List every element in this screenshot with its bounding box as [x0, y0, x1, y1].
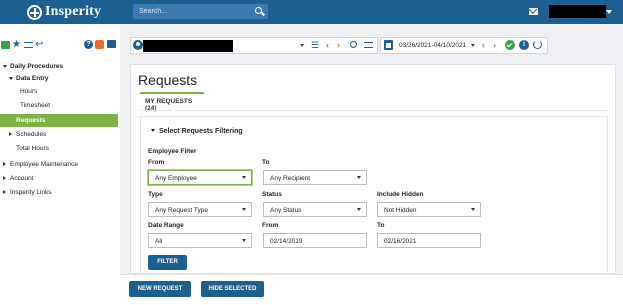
include-hidden-value: Not Hidden: [384, 207, 417, 214]
brand-logo[interactable]: Insperity: [27, 4, 101, 20]
caret-right-icon: [3, 162, 6, 166]
type-label: Type: [148, 191, 163, 198]
to-select[interactable]: Any Recipient: [263, 170, 367, 185]
from-select-value: Any Employee: [155, 175, 197, 182]
sidebar-item-data-entry[interactable]: Data Entry: [0, 72, 118, 85]
info-icon[interactable]: i: [519, 40, 529, 50]
type-select[interactable]: Any Request Type: [148, 202, 252, 217]
employee-select-redacted[interactable]: [143, 40, 233, 52]
sidebar-item-label: Account: [10, 175, 34, 182]
filter-section: [140, 116, 608, 274]
date-range-select[interactable]: 03/26/2021-04/10/2021: [399, 42, 466, 49]
include-hidden-label: Include Hidden: [377, 191, 424, 198]
sidebar-item-requests[interactable]: Requests: [0, 114, 118, 127]
new-request-button[interactable]: NEW REQUEST: [129, 281, 191, 297]
mail-icon[interactable]: [529, 8, 538, 15]
star-icon[interactable]: ★: [12, 40, 21, 50]
status-label: Status: [262, 191, 282, 198]
sidebar-item-insperity-links[interactable]: Insperity Links: [0, 186, 118, 199]
chat-icon[interactable]: [107, 40, 116, 48]
page-title: Requests: [138, 72, 198, 88]
type-select-value: Any Request Type: [155, 207, 208, 214]
date-to-input[interactable]: 02/16/2021: [377, 233, 481, 248]
date-from-value: 02/14/2019: [270, 238, 303, 245]
filter-section-title[interactable]: Select Requests Filtering: [159, 128, 243, 135]
caret-right-icon: [9, 132, 12, 136]
sidebar-item-timesheet[interactable]: Timesheet: [0, 99, 118, 112]
hide-selected-button[interactable]: HIDE SELECTED: [201, 281, 264, 297]
chevron-down-icon: [242, 239, 246, 242]
caret-right-icon: [3, 176, 6, 180]
tab-my-requests[interactable]: MY REQUESTS (24): [140, 92, 204, 112]
back-arrow-icon[interactable]: ↩: [35, 40, 43, 50]
chevron-down-icon[interactable]: [300, 44, 304, 47]
refresh-icon[interactable]: [533, 40, 542, 49]
chevron-right-icon[interactable]: ›: [493, 41, 496, 50]
chevron-down-icon[interactable]: [606, 10, 612, 14]
bottom-action-bar: [120, 274, 623, 305]
sidebar-item-label: Total Hours: [16, 145, 49, 152]
list-view-icon[interactable]: [1, 41, 10, 49]
sidebar-item-label: Daily Procedures: [10, 63, 64, 70]
sidebar-item-label: Hours: [20, 88, 38, 95]
sidebar-item-label: Timesheet: [20, 102, 51, 109]
filter-icon[interactable]: [24, 42, 33, 48]
chevron-down-icon[interactable]: [471, 44, 475, 47]
approve-check-icon[interactable]: [505, 40, 515, 50]
chevron-down-icon: [242, 208, 246, 211]
from-select[interactable]: Any Employee: [148, 170, 252, 185]
sidebar-item-label: Employee Maintenance: [10, 161, 78, 168]
sidebar-item-total-hours[interactable]: Total Hours: [0, 142, 118, 155]
notification-bell-icon[interactable]: [95, 40, 104, 49]
status-select[interactable]: Any Status: [263, 202, 367, 217]
sidebar-item-employee-maintenance[interactable]: Employee Maintenance: [0, 158, 118, 171]
chevron-left-icon[interactable]: ‹: [326, 41, 329, 50]
date-from-label: From: [262, 222, 279, 229]
filter-icon[interactable]: [364, 42, 373, 48]
sidebar-item-account[interactable]: Account: [0, 172, 118, 185]
date-range-select[interactable]: All: [148, 233, 252, 248]
caret-down-icon: [9, 77, 13, 80]
chevron-down-icon: [471, 208, 475, 211]
list-icon[interactable]: ☰: [311, 41, 319, 50]
caret-right-icon: [3, 190, 6, 194]
date-from-input[interactable]: 02/14/2019: [263, 233, 367, 248]
sidebar-item-label: Insperity Links: [10, 189, 52, 196]
from-label: From: [148, 159, 165, 166]
brand-name: Insperity: [45, 4, 102, 19]
to-select-value: Any Recipient: [270, 175, 311, 182]
search-input[interactable]: Search...: [133, 4, 268, 19]
calendar-icon[interactable]: [384, 40, 393, 50]
caret-down-icon: [3, 65, 7, 68]
magnifier-icon[interactable]: [350, 41, 357, 48]
to-label: To: [262, 159, 270, 166]
date-range-label: Date Range: [148, 222, 184, 229]
sidebar-item-hours[interactable]: Hours: [0, 85, 118, 98]
insperity-logo-icon: [27, 4, 42, 20]
employee-filter-label: Employee Filter: [148, 148, 197, 155]
tab-divider: [140, 110, 608, 111]
search-placeholder: Search...: [139, 8, 168, 15]
user-name-redacted[interactable]: [549, 5, 606, 18]
status-select-value: Any Status: [270, 207, 302, 214]
chevron-down-icon: [357, 208, 361, 211]
search-icon[interactable]: [255, 7, 262, 14]
person-icon: [133, 40, 143, 50]
sidebar-item-label: Data Entry: [16, 75, 49, 82]
chevron-left-icon[interactable]: ‹: [482, 41, 485, 50]
sidebar-item-label: Requests: [16, 117, 46, 124]
include-hidden-select[interactable]: Not Hidden: [377, 202, 481, 217]
sidebar-item-schedules[interactable]: Schedules: [0, 128, 118, 141]
chevron-right-icon[interactable]: ›: [337, 41, 340, 50]
help-icon[interactable]: ?: [84, 40, 93, 49]
filter-button[interactable]: FILTER: [148, 255, 187, 270]
date-to-label: To: [377, 222, 385, 229]
sidebar-item-label: Schedules: [16, 131, 47, 138]
chevron-down-icon: [357, 176, 361, 179]
chevron-down-icon: [242, 176, 246, 179]
collapse-caret-icon[interactable]: [151, 129, 155, 132]
date-range-value: All: [155, 238, 163, 245]
date-to-value: 02/16/2021: [384, 238, 417, 245]
